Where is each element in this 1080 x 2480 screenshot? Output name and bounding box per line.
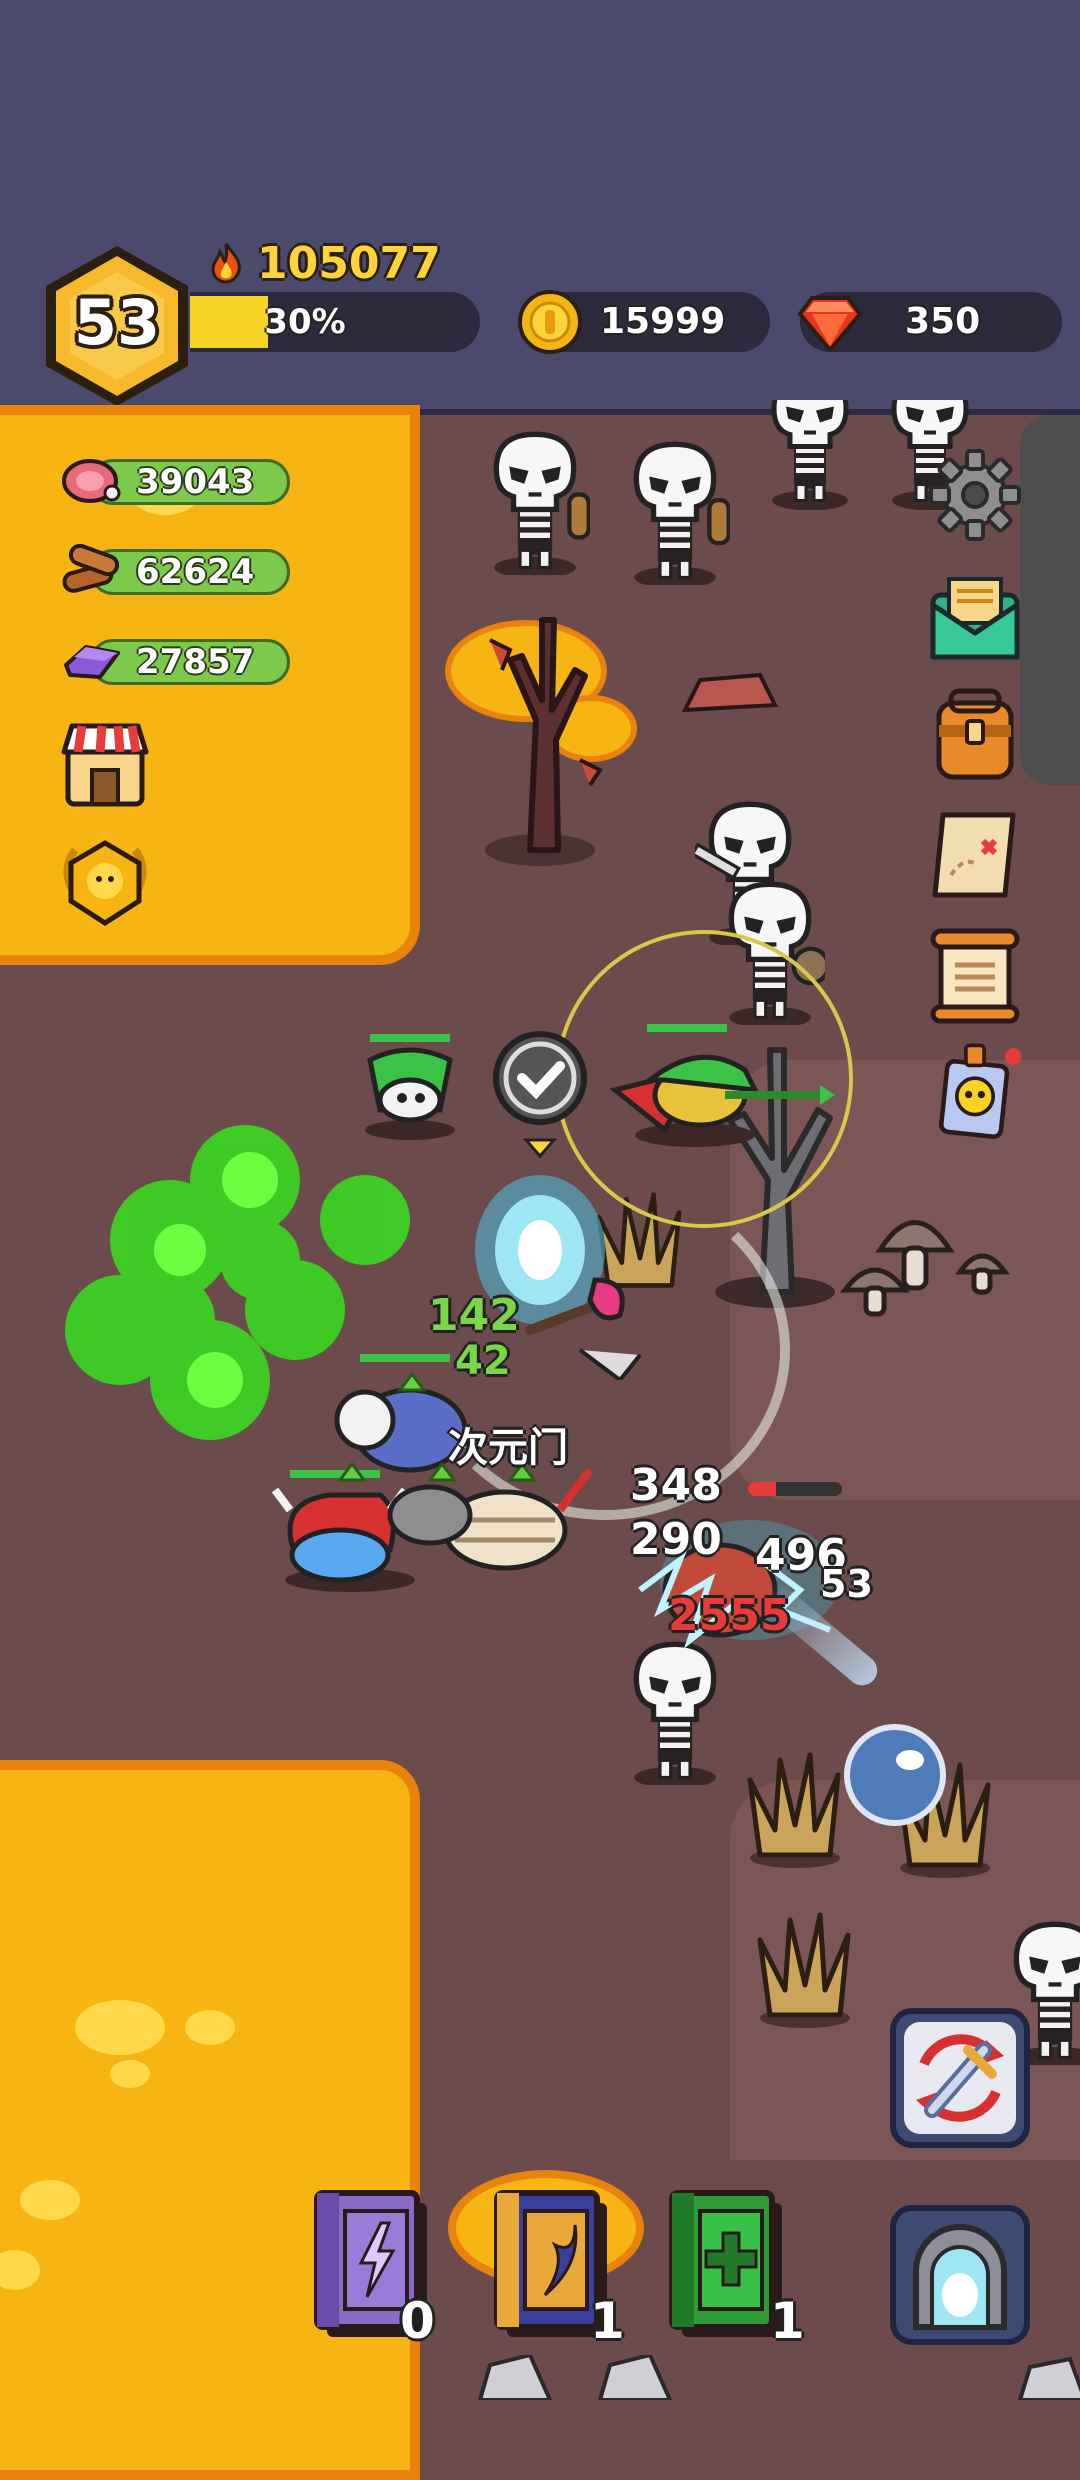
lightning-book-count: 0 <box>400 2292 435 2350</box>
settings-gear-icon[interactable] <box>925 445 1025 545</box>
gem-counter[interactable]: 350 <box>798 292 1062 352</box>
sword-swap-icon <box>904 2022 1016 2134</box>
enemy-health-bar <box>748 1482 842 1496</box>
hero-green-elf <box>365 1034 455 1140</box>
rank-medal-icon[interactable] <box>55 835 155 935</box>
mushroom-cluster <box>840 1220 1010 1317</box>
player-level-number: 53 <box>73 286 161 359</box>
critical-damage-number: 2555 <box>668 1590 791 1641</box>
skeleton-enemy <box>620 440 730 585</box>
treasure-map-icon[interactable] <box>925 805 1025 905</box>
red-gem-icon <box>798 296 862 352</box>
mail-icon[interactable] <box>925 565 1025 665</box>
lava-bubble <box>110 2060 150 2088</box>
gold-counter[interactable]: 15999 <box>518 290 770 354</box>
meat-value: 39043 <box>136 462 255 502</box>
dry-grass <box>757 1912 851 2028</box>
backpack-icon[interactable] <box>925 685 1025 785</box>
lava-bubble <box>75 2000 165 2055</box>
portal-gate-button[interactable] <box>890 2205 1030 2345</box>
shop-icon[interactable] <box>60 720 150 810</box>
stone-portal-icon <box>913 2224 1007 2330</box>
skull-potion-icon[interactable] <box>925 1040 1025 1140</box>
power-rating: 105077 <box>205 237 441 289</box>
heal-number: 42 <box>455 1338 511 1384</box>
lava-pool-bottom <box>0 1760 420 2480</box>
rock-wall <box>1020 415 1080 785</box>
bottom-rocks <box>477 2355 1080 2400</box>
xp-percent-label: 30% <box>264 302 346 342</box>
quest-scroll-icon[interactable] <box>925 925 1025 1025</box>
skeleton-enemy <box>760 400 860 510</box>
dead-tree <box>485 617 603 866</box>
damage-number: 53 <box>820 1562 873 1606</box>
gem-value: 350 <box>905 301 981 342</box>
skill-name-text: 次元门 <box>448 1425 568 1471</box>
checkmark-target-icon <box>493 1031 587 1159</box>
crystal-value: 27857 <box>136 642 255 682</box>
auto-battle-button[interactable] <box>890 2008 1030 2148</box>
xp-progress-bar: 30% <box>190 292 480 352</box>
red-rock <box>681 672 779 713</box>
top-status-bar: 53 105077 30% 15999 350 <box>0 0 1080 415</box>
wood-value: 62624 <box>136 552 255 592</box>
resource-crystal: 27857 <box>60 635 290 685</box>
wood-icon <box>62 543 120 593</box>
meat-icon <box>62 459 121 503</box>
power-value: 105077 <box>257 237 441 289</box>
damage-number: 348 <box>630 1460 722 1511</box>
fire-icon <box>211 243 241 284</box>
hero-green-archer <box>609 1024 835 1147</box>
heal-number: 142 <box>428 1290 520 1341</box>
skeleton-enemy <box>480 430 590 575</box>
player-level-badge[interactable]: 53 <box>42 242 192 410</box>
heal-book-count: 1 <box>770 2292 805 2350</box>
damage-number: 290 <box>630 1514 722 1565</box>
lava-bubble <box>185 2010 235 2045</box>
resource-wood: 62624 <box>60 543 290 595</box>
crystal-icon <box>64 645 120 679</box>
lava-bubble <box>20 2180 80 2220</box>
wind-book-count: 1 <box>590 2292 625 2350</box>
gold-value: 15999 <box>600 301 726 342</box>
resource-meat: 39043 <box>60 455 290 505</box>
gold-coin-icon <box>518 290 582 354</box>
enemy-health-fill <box>748 1482 777 1496</box>
water-bubble-projectile <box>844 1724 946 1826</box>
